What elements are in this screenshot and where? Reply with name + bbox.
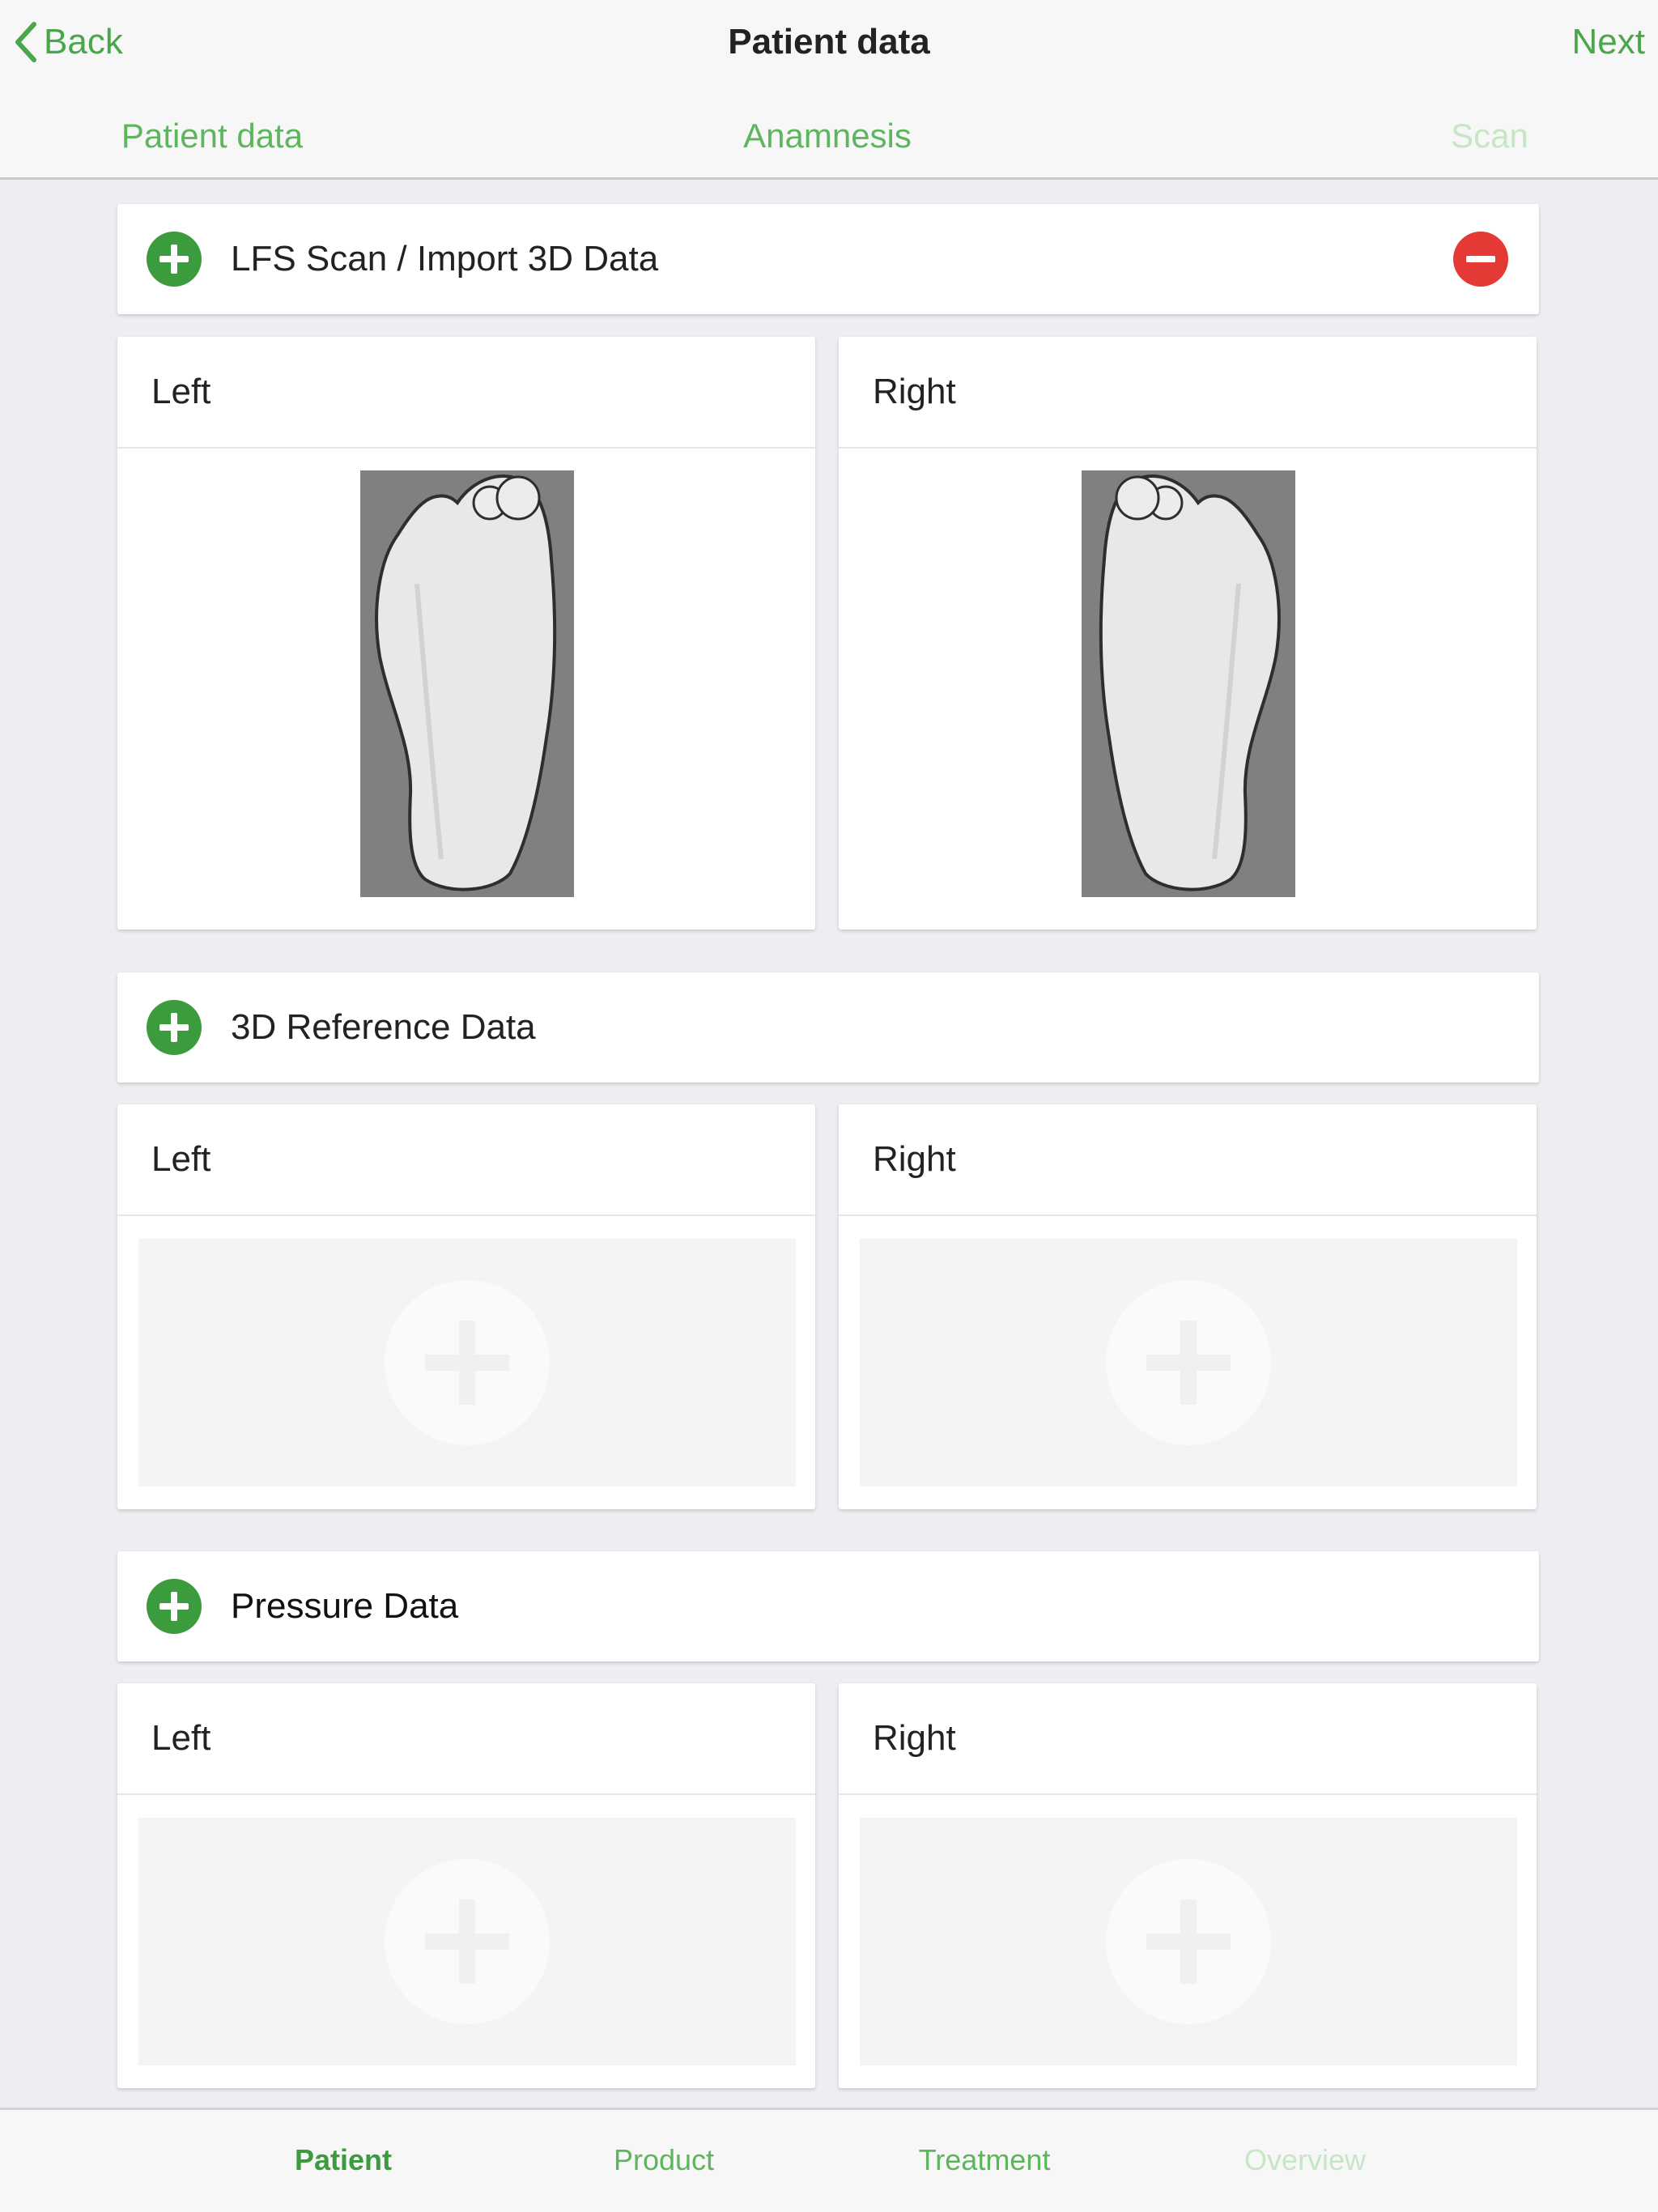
- reference-left-card: Left: [117, 1104, 815, 1509]
- minus-circle-icon: [1466, 256, 1495, 262]
- reference-right-card: Right: [839, 1104, 1537, 1509]
- lfs-left-label: Left: [117, 337, 815, 449]
- add-placeholder-circle: [1106, 1280, 1271, 1445]
- tab-treatment[interactable]: Treatment: [919, 2110, 1051, 2210]
- pressure-section-title: Pressure Data: [231, 1586, 459, 1626]
- pressure-right-label: Right: [839, 1683, 1537, 1795]
- plus-circle-icon: [159, 1013, 189, 1042]
- step-patient-data[interactable]: Patient data: [121, 112, 303, 160]
- tab-product[interactable]: Product: [614, 2110, 714, 2210]
- pressure-left-label: Left: [117, 1683, 815, 1795]
- add-pressure-right-slot[interactable]: [860, 1818, 1517, 2065]
- add-pressure-left-slot[interactable]: [138, 1818, 796, 2065]
- plus-circle-icon: [159, 245, 189, 274]
- right-foot-icon: [1099, 474, 1281, 891]
- add-reference-left-slot[interactable]: [138, 1239, 796, 1487]
- navigation-header: Back Patient data Next Patient data Anam…: [0, 0, 1658, 180]
- pressure-right-card: Right: [839, 1683, 1537, 2088]
- add-lfs-scan-button[interactable]: [147, 232, 202, 287]
- plus-circle-icon: [159, 1592, 189, 1621]
- plus-icon: [1146, 1899, 1231, 1984]
- add-placeholder-circle: [385, 1859, 550, 2024]
- next-button[interactable]: Next: [1572, 18, 1645, 66]
- lfs-right-card: Right: [839, 337, 1537, 929]
- lfs-right-label: Right: [839, 337, 1537, 449]
- step-anamnesis[interactable]: Anamnesis: [743, 112, 912, 160]
- pressure-left-card: Left: [117, 1683, 815, 2088]
- reference-section-title: 3D Reference Data: [231, 1007, 536, 1047]
- left-foot-icon: [375, 474, 557, 891]
- tab-patient[interactable]: Patient: [295, 2110, 392, 2210]
- step-scan: Scan: [1451, 117, 1528, 155]
- add-reference-data-button[interactable]: [147, 1000, 202, 1055]
- page-title: Patient data: [728, 22, 930, 62]
- reference-section-header: 3D Reference Data: [117, 972, 1539, 1083]
- bottom-tab-bar: Patient Product Treatment Overview: [0, 2108, 1658, 2212]
- lfs-left-card: Left: [117, 337, 815, 929]
- left-foot-scan-image[interactable]: [360, 470, 574, 897]
- add-pressure-data-button[interactable]: [147, 1579, 202, 1634]
- lfs-scan-section-header: LFS Scan / Import 3D Data: [117, 204, 1539, 314]
- tab-overview: Overview: [1244, 2143, 1367, 2176]
- lfs-scan-title: LFS Scan / Import 3D Data: [231, 239, 659, 279]
- add-reference-right-slot[interactable]: [860, 1239, 1517, 1487]
- plus-icon: [1146, 1321, 1231, 1405]
- reference-left-label: Left: [117, 1104, 815, 1216]
- add-placeholder-circle: [385, 1280, 550, 1445]
- reference-right-label: Right: [839, 1104, 1537, 1216]
- right-foot-scan-image[interactable]: [1082, 470, 1295, 897]
- plus-icon: [425, 1321, 509, 1405]
- pressure-section-header: Pressure Data: [117, 1551, 1539, 1661]
- plus-icon: [425, 1899, 509, 1984]
- remove-lfs-scan-button[interactable]: [1453, 232, 1508, 287]
- add-placeholder-circle: [1106, 1859, 1271, 2024]
